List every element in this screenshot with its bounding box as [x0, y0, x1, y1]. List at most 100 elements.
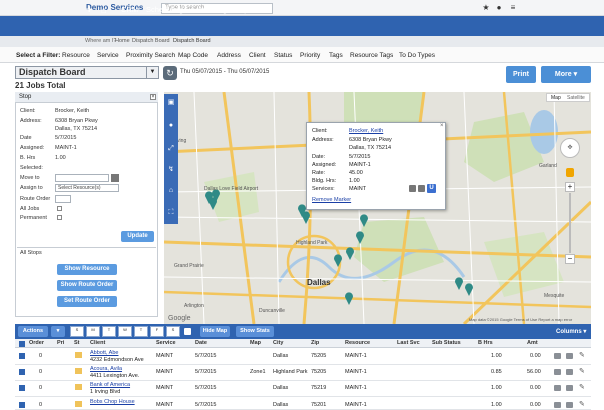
filter-tags[interactable]: Tags	[329, 52, 343, 59]
col-pri[interactable]: Pri	[57, 339, 64, 348]
add-icon[interactable]: +	[86, 0, 92, 20]
popup-client-link[interactable]: Brocker, Keith	[349, 128, 383, 134]
print-icon[interactable]	[409, 185, 416, 192]
set-route-order-button[interactable]: Set Route Order	[57, 296, 117, 307]
chevron-down-icon[interactable]: ▾	[51, 326, 65, 337]
print-button[interactable]: Print	[506, 66, 536, 83]
show-stats-button[interactable]: Show Stats	[236, 326, 274, 337]
print-icon[interactable]	[554, 402, 561, 408]
moveto-date-input[interactable]	[55, 174, 109, 182]
row-checkbox[interactable]	[19, 385, 25, 391]
nav-scheduling[interactable]: Scheduling	[146, 0, 183, 20]
home-icon[interactable]: ⌂	[101, 0, 106, 20]
zoom-out-button[interactable]: −	[565, 254, 575, 264]
col-zip[interactable]: Zip	[311, 339, 319, 348]
print-icon[interactable]	[554, 385, 561, 391]
breadcrumb-home[interactable]: Home	[115, 38, 130, 44]
col-st[interactable]: St	[74, 339, 80, 348]
show-resource-button[interactable]: Show Resource	[57, 264, 117, 275]
show-route-order-button[interactable]: Show Route Order	[57, 280, 117, 291]
note-icon[interactable]	[566, 353, 573, 359]
day-cell-f[interactable]: F	[150, 326, 164, 337]
day-cell-m[interactable]: M	[86, 326, 100, 337]
col-service[interactable]: Service	[156, 339, 176, 348]
row-checkbox[interactable]	[19, 402, 25, 408]
user-icon[interactable]: ●	[494, 3, 504, 13]
route-tool-icon[interactable]: ↯	[166, 165, 176, 175]
row-client-link[interactable]: Acoura, Avila	[90, 366, 122, 372]
filter-proximity[interactable]: Proximity Search	[126, 52, 175, 59]
select-tool-icon[interactable]: ▣	[166, 98, 176, 108]
col-amt[interactable]: Amt	[527, 339, 538, 348]
street-view-icon[interactable]	[566, 168, 574, 177]
row-client-link[interactable]: Abbott, Abe	[90, 350, 118, 356]
day-cell-w[interactable]: W	[118, 326, 132, 337]
nav-help[interactable]: Help	[233, 0, 248, 20]
filter-service[interactable]: Service	[97, 52, 119, 59]
select-all-checkbox[interactable]	[19, 341, 25, 347]
row-checkbox[interactable]	[19, 369, 25, 375]
board-select[interactable]: Dispatch Board	[15, 66, 159, 79]
home-tool-icon[interactable]: ⌂	[166, 186, 176, 196]
row-checkbox[interactable]	[19, 353, 25, 359]
routeorder-input[interactable]	[55, 195, 71, 203]
map-type-satellite[interactable]: Satellite	[567, 94, 585, 102]
note-icon[interactable]	[566, 402, 573, 408]
filter-address[interactable]: Address	[217, 52, 241, 59]
col-order[interactable]: Order	[29, 339, 44, 348]
date-range[interactable]: Thu 05/07/2015 - Thu 05/07/2015	[180, 69, 269, 75]
edit-icon[interactable]: ✎	[579, 367, 585, 375]
col-date[interactable]: Date	[195, 339, 207, 348]
update-button[interactable]: Update	[121, 231, 154, 242]
filter-mapcode[interactable]: Map Code	[178, 52, 208, 59]
filter-client[interactable]: Client	[249, 52, 266, 59]
breadcrumb-dispatch[interactable]: Dispatch Board	[132, 38, 170, 44]
edit-icon[interactable]: ✎	[579, 400, 585, 408]
close-icon[interactable]: ×	[150, 94, 156, 100]
columns-button[interactable]: Columns ▾	[556, 328, 586, 335]
row-client-link[interactable]: Bobs Chop House	[90, 399, 135, 405]
day-cell-t1[interactable]: T	[102, 326, 116, 337]
filter-resource[interactable]: Resource	[62, 52, 90, 59]
expand-tool-icon[interactable]: ⤢	[166, 144, 176, 154]
col-client[interactable]: Client	[90, 339, 105, 348]
nav-accounting[interactable]: Accounting	[190, 0, 227, 20]
pan-control-icon[interactable]: ✥	[560, 138, 580, 158]
col-bhrs[interactable]: B Hrs	[478, 339, 493, 348]
permanent-checkbox[interactable]	[57, 215, 62, 220]
col-city[interactable]: City	[273, 339, 283, 348]
col-lastsvc[interactable]: Last Svc	[397, 339, 420, 348]
print-icon[interactable]	[554, 369, 561, 375]
print-icon[interactable]	[554, 353, 561, 359]
col-resource[interactable]: Resource	[345, 339, 370, 348]
star-icon[interactable]: ★	[481, 3, 491, 13]
row-client-link[interactable]: Bank of America	[90, 382, 130, 388]
chevron-down-icon[interactable]: ▼	[146, 67, 158, 78]
hide-map-button[interactable]: Hide Map	[200, 326, 230, 337]
filter-status[interactable]: Status	[274, 52, 292, 59]
day-cell-s1[interactable]: S	[70, 326, 84, 337]
zoom-in-button[interactable]: +	[565, 182, 575, 192]
refresh-icon[interactable]: ↻	[163, 66, 177, 80]
edit-icon[interactable]: ✎	[579, 383, 585, 391]
map-type-toggle[interactable]: Map Satellite	[546, 93, 590, 102]
fullscreen-tool-icon[interactable]: ⛶	[166, 208, 176, 218]
filter-todo-types[interactable]: To Do Types	[399, 52, 435, 59]
nav-crm[interactable]: CRM	[121, 0, 138, 20]
col-map[interactable]: Map	[250, 339, 261, 348]
day-cell-t2[interactable]: T	[134, 326, 148, 337]
filter-resource-tags[interactable]: Resource Tags	[350, 52, 393, 59]
day-cell-s2[interactable]: S	[166, 326, 180, 337]
unassign-icon[interactable]: U	[427, 184, 436, 193]
edit-icon[interactable]: ✎	[579, 351, 585, 359]
zoom-slider[interactable]	[569, 193, 571, 253]
actions-button[interactable]: Actions	[18, 326, 48, 337]
assignto-select[interactable]: Select Resource(s)	[55, 184, 119, 192]
pin-tool-icon[interactable]: ●	[166, 121, 176, 131]
menu-icon[interactable]: ≡	[508, 3, 518, 13]
filter-priority[interactable]: Priority	[300, 52, 320, 59]
calendar-icon[interactable]	[111, 174, 119, 182]
remove-marker-link[interactable]: Remove Marker	[312, 197, 351, 203]
col-substatus[interactable]: Sub Status	[432, 339, 461, 348]
close-icon[interactable]: ×	[440, 123, 444, 129]
